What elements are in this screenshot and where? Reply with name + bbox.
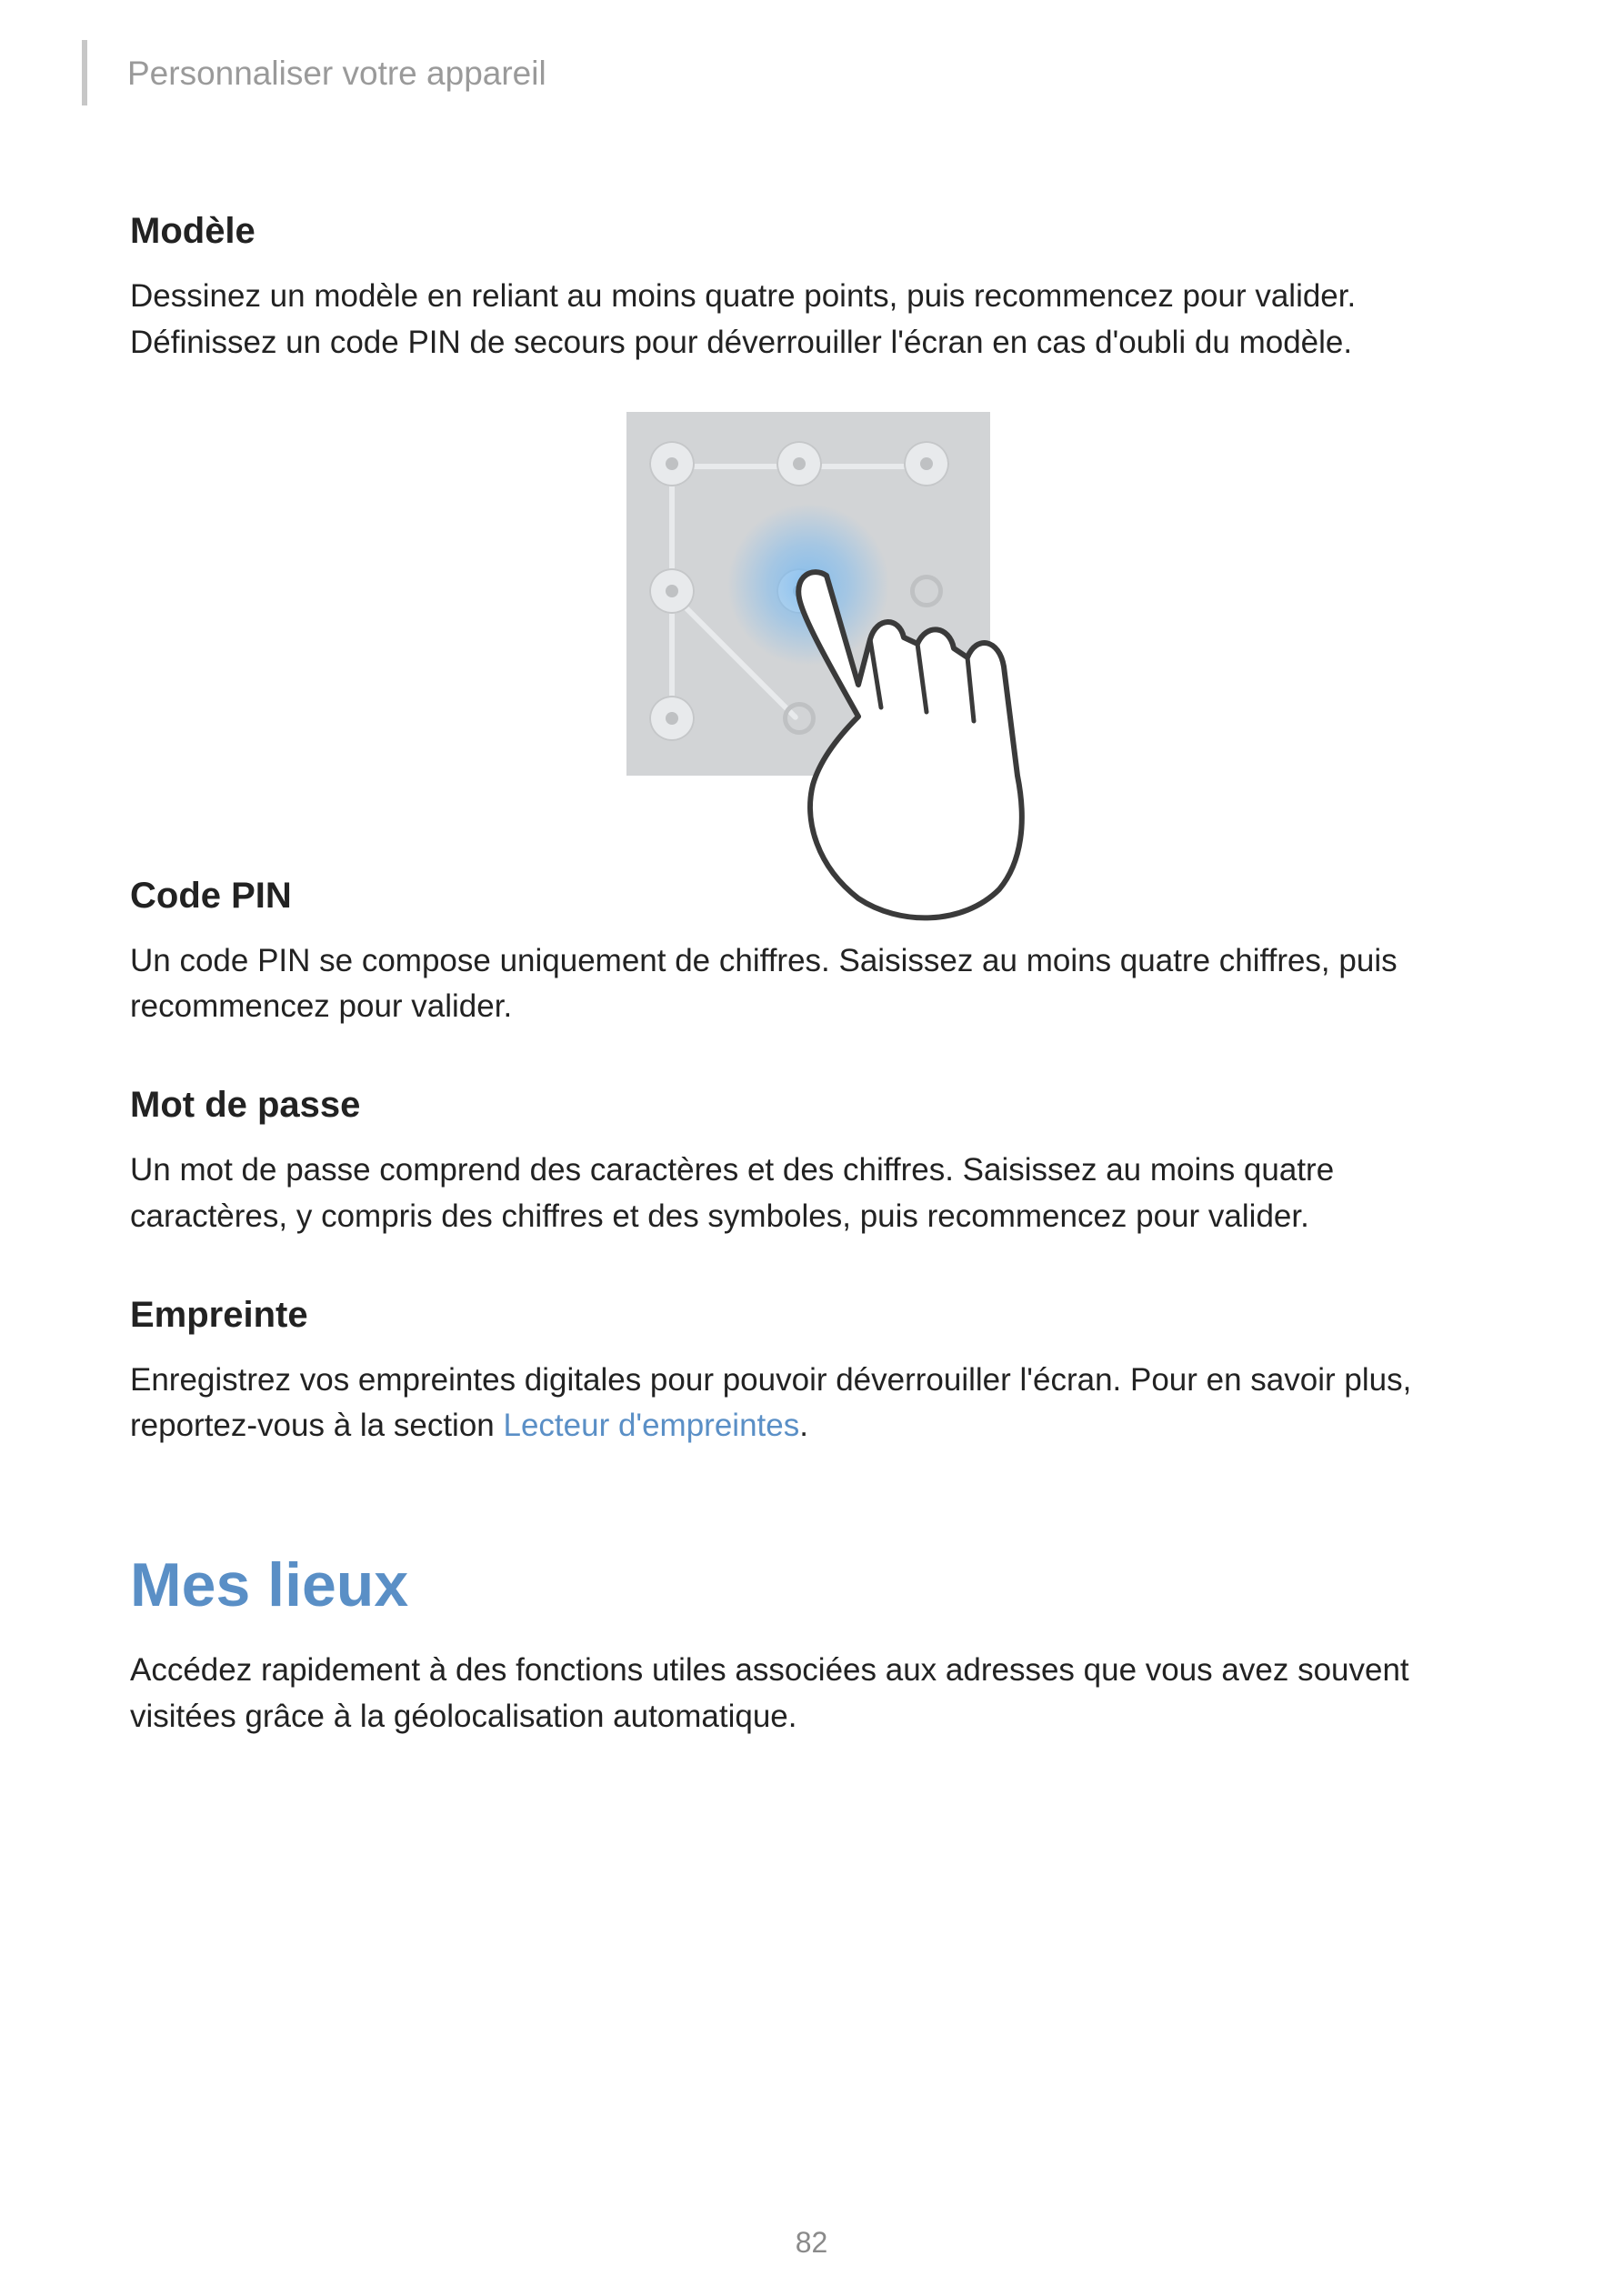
- section-title-motdepasse: Mot de passe: [130, 1085, 1487, 1126]
- breadcrumb: Personnaliser votre appareil: [127, 55, 1487, 93]
- page-header: Personnaliser votre appareil: [127, 55, 1487, 93]
- section-title-codepin: Code PIN: [130, 876, 1487, 917]
- section-body-motdepasse: Un mot de passe comprend des caractères …: [130, 1148, 1487, 1240]
- page-number: 82: [0, 2226, 1623, 2260]
- link-lecteur-empreintes[interactable]: Lecteur d'empreintes: [503, 1408, 799, 1443]
- section-title-meslieux: Mes lieux: [130, 1549, 1487, 1620]
- section-body-empreinte: Enregistrez vos empreintes digitales pou…: [130, 1358, 1487, 1450]
- section-body-codepin: Un code PIN se compose uniquement de chi…: [130, 938, 1487, 1031]
- empreinte-text-post: .: [799, 1408, 808, 1443]
- section-body-meslieux: Accédez rapidement à des fonctions utile…: [130, 1648, 1487, 1740]
- header-rule: [82, 40, 87, 105]
- section-title-empreinte: Empreinte: [130, 1295, 1487, 1336]
- section-body-modele: Dessinez un modèle en reliant au moins q…: [130, 274, 1487, 366]
- pattern-illustration: [130, 412, 1487, 776]
- section-title-modele: Modèle: [130, 211, 1487, 252]
